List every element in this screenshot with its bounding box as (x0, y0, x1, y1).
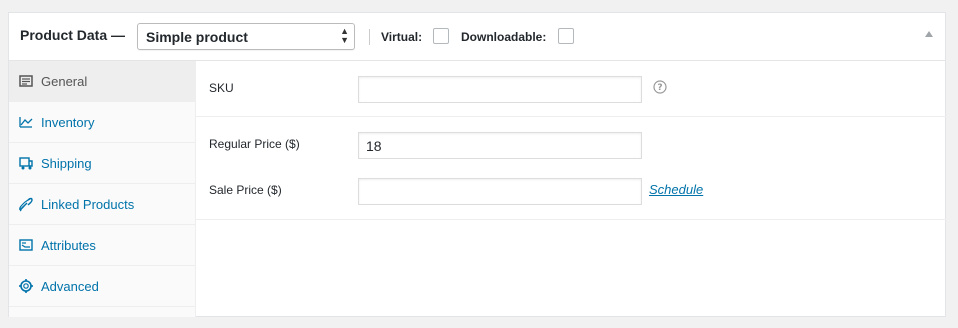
collapse-toggle-icon[interactable] (925, 31, 933, 37)
product-data-header: Product Data — Simple product ▲ ▼ Virtual… (9, 13, 945, 61)
select-arrows-icon: ▲ ▼ (340, 26, 349, 45)
sku-row: SKU ? (196, 61, 946, 107)
general-options-panel: SKU ? Regular Price ($) Sale Price ($) S… (196, 61, 946, 317)
product-data-tabs: General Inventory Shipping Linked Produc… (9, 61, 196, 317)
downloadable-checkbox[interactable] (558, 28, 574, 44)
tab-advanced-label: Advanced (41, 279, 99, 294)
sale-price-label: Sale Price ($) (209, 183, 282, 197)
inventory-icon (19, 117, 33, 128)
tab-attributes-label: Attributes (41, 238, 96, 253)
sale-price-row: Sale Price ($) Schedule (196, 163, 946, 220)
product-type-value: Simple product (146, 29, 248, 45)
tab-general[interactable]: General (9, 61, 195, 102)
tab-linked-products-label: Linked Products (41, 197, 135, 212)
virtual-checkbox[interactable] (433, 28, 449, 44)
product-type-select[interactable]: Simple product ▲ ▼ (137, 23, 355, 50)
tab-attributes[interactable]: Attributes (9, 225, 195, 266)
regular-price-input[interactable] (358, 132, 642, 159)
tab-shipping-label: Shipping (41, 156, 92, 171)
gear-icon (19, 279, 33, 293)
regular-price-label: Regular Price ($) (209, 137, 300, 151)
tab-linked-products[interactable]: Linked Products (9, 184, 195, 225)
shipping-icon (19, 157, 33, 170)
general-icon (19, 75, 33, 87)
schedule-link[interactable]: Schedule (649, 182, 703, 197)
sale-price-input[interactable] (358, 178, 642, 205)
tab-general-label: General (41, 74, 88, 89)
sku-input[interactable] (358, 76, 642, 103)
regular-price-row: Regular Price ($) (196, 117, 946, 163)
sku-group: SKU ? (196, 61, 946, 117)
panel-title: Product Data — (20, 27, 126, 43)
virtual-label: Virtual: (381, 30, 423, 44)
svg-text:?: ? (657, 83, 662, 93)
header-divider (369, 29, 370, 45)
sku-label: SKU (209, 81, 234, 95)
tab-advanced[interactable]: Advanced (9, 266, 195, 307)
price-group: Regular Price ($) Sale Price ($) Schedul… (196, 117, 946, 220)
link-icon (19, 197, 33, 212)
tab-shipping[interactable]: Shipping (9, 143, 195, 184)
product-data-panel: Product Data — Simple product ▲ ▼ Virtual… (8, 12, 946, 317)
attributes-icon (19, 239, 33, 251)
help-icon[interactable]: ? (653, 80, 667, 94)
tab-inventory-label: Inventory (41, 115, 95, 130)
downloadable-label: Downloadable: (461, 30, 547, 44)
tab-inventory[interactable]: Inventory (9, 102, 195, 143)
